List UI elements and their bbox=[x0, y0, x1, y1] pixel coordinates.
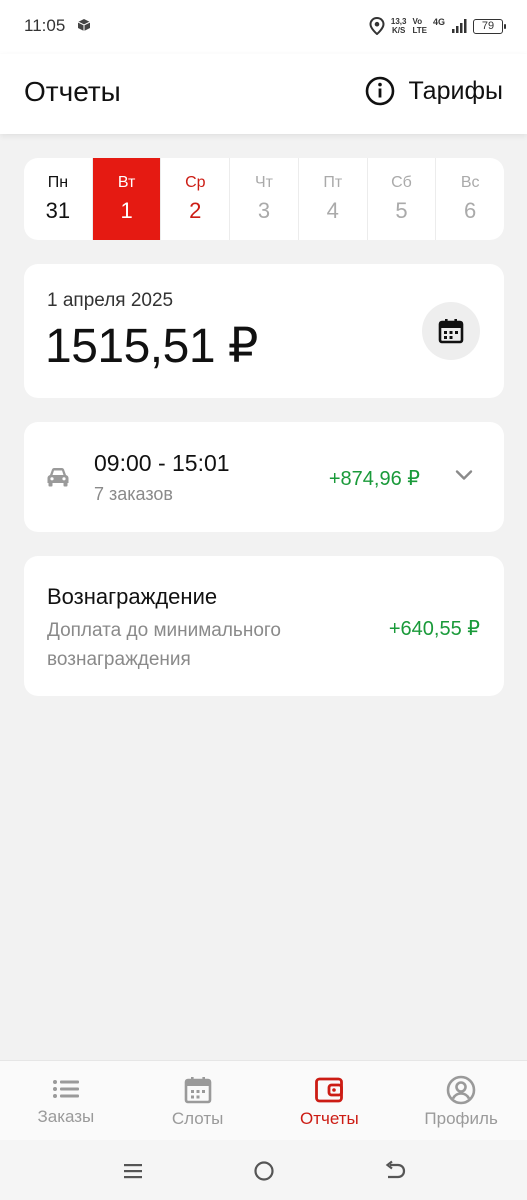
day-name: Пт bbox=[323, 174, 343, 191]
day-item[interactable]: Вт 1 bbox=[92, 158, 162, 240]
day-name: Вс bbox=[460, 174, 480, 191]
day-number: 4 bbox=[326, 198, 339, 223]
slot-card[interactable]: 09:00 - 15:01 7 заказов +874,96 ₽ bbox=[24, 422, 504, 532]
day-item[interactable]: Сб 5 bbox=[368, 158, 437, 240]
list-icon bbox=[52, 1080, 79, 1098]
day-item[interactable]: Пн 31 bbox=[24, 158, 93, 240]
day-item[interactable]: Вс 6 bbox=[436, 158, 504, 240]
system-navigation-bar bbox=[0, 1140, 527, 1200]
volte-top: Vo bbox=[412, 17, 423, 26]
nav-label-reports: Отчеты bbox=[299, 1109, 359, 1128]
system-back-button[interactable] bbox=[382, 1158, 408, 1184]
nav-item-reports[interactable]: Отчеты bbox=[264, 1061, 396, 1140]
day-name: Сб bbox=[391, 174, 412, 191]
calendar-button[interactable] bbox=[422, 302, 480, 360]
day-number: 3 bbox=[257, 198, 271, 223]
volte-bottom: LTE bbox=[412, 26, 427, 35]
bottom-navigation: Заказы Слоты Отчеты Профиль bbox=[0, 1060, 527, 1140]
reward-title: Вознаграждение bbox=[47, 584, 218, 609]
day-item[interactable]: Пт 4 bbox=[299, 158, 368, 240]
wallet-icon bbox=[315, 1077, 344, 1103]
chevron-down-icon[interactable] bbox=[454, 468, 474, 482]
day-number: 1 bbox=[120, 198, 133, 223]
daily-summary-card: 1 апреля 2025 1515,51 ₽ bbox=[24, 264, 504, 398]
week-selector: Пн 31 Вт 1 Ср 2 Чт 3 Пт 4 Сб 5 Вс 6 bbox=[24, 158, 504, 240]
car-icon bbox=[47, 468, 69, 487]
slot-amount: +874,96 ₽ bbox=[328, 468, 420, 490]
tariffs-button[interactable]: Тарифы bbox=[365, 76, 503, 106]
day-name: Вт bbox=[117, 174, 136, 191]
location-icon bbox=[369, 17, 385, 35]
day-name: Пн bbox=[47, 174, 69, 191]
page-title: Отчеты bbox=[24, 76, 121, 107]
menu-icon bbox=[124, 1164, 142, 1179]
profile-icon bbox=[446, 1075, 476, 1105]
day-number: 6 bbox=[464, 198, 477, 223]
reward-card: Вознаграждение Доплата до минимального в… bbox=[24, 556, 504, 696]
nav-item-slots[interactable]: Слоты bbox=[132, 1061, 264, 1140]
speed-unit: K/S bbox=[392, 26, 406, 35]
nav-item-profile[interactable]: Профиль bbox=[395, 1061, 527, 1140]
day-name: Ср bbox=[185, 174, 206, 191]
network-type: 4G bbox=[432, 17, 445, 27]
slot-orders-count: 7 заказов bbox=[94, 484, 173, 504]
status-bar: 11:05 13,3 K/S Vo LTE 4G 79 bbox=[0, 0, 527, 54]
reward-description: Доплата до минимального вознаграждения bbox=[47, 620, 281, 670]
slot-time-range: 09:00 - 15:01 bbox=[94, 450, 230, 476]
nav-label-slots: Слоты bbox=[171, 1109, 224, 1128]
package-icon bbox=[77, 19, 91, 31]
status-time: 11:05 bbox=[24, 16, 66, 35]
day-item[interactable]: Ср 2 bbox=[161, 158, 231, 240]
calendar-slots-icon bbox=[184, 1077, 211, 1104]
system-menu-button[interactable] bbox=[120, 1158, 146, 1184]
day-name: Чт bbox=[255, 174, 274, 191]
info-icon bbox=[365, 76, 394, 106]
status-indicators: 13,3 K/S Vo LTE 4G 79 bbox=[369, 14, 506, 38]
summary-total: 1515,51 ₽ bbox=[45, 320, 258, 373]
speed-value: 13,3 bbox=[390, 17, 407, 26]
calendar-icon bbox=[438, 319, 464, 344]
battery-indicator: 79 bbox=[473, 18, 506, 34]
system-home-button[interactable] bbox=[251, 1158, 277, 1184]
day-number: 2 bbox=[189, 198, 202, 223]
nav-label-orders: Заказы bbox=[37, 1107, 95, 1126]
day-number: 5 bbox=[395, 198, 408, 223]
nav-label-profile: Профиль bbox=[424, 1109, 498, 1128]
back-arrow-icon bbox=[385, 1160, 406, 1179]
reward-amount: +640,55 ₽ bbox=[388, 618, 480, 640]
nav-item-orders[interactable]: Заказы bbox=[0, 1061, 132, 1140]
home-circle-icon bbox=[254, 1161, 274, 1181]
signal-icon bbox=[452, 19, 467, 33]
app-bar: Отчеты Тарифы bbox=[0, 54, 527, 134]
day-item[interactable]: Чт 3 bbox=[230, 158, 299, 240]
volte-indicator: Vo LTE bbox=[412, 17, 427, 35]
day-number: 31 bbox=[45, 198, 71, 223]
tariffs-label: Тарифы bbox=[408, 76, 503, 105]
summary-date: 1 апреля 2025 bbox=[47, 290, 174, 311]
network-speed: 13,3 K/S bbox=[391, 17, 407, 35]
